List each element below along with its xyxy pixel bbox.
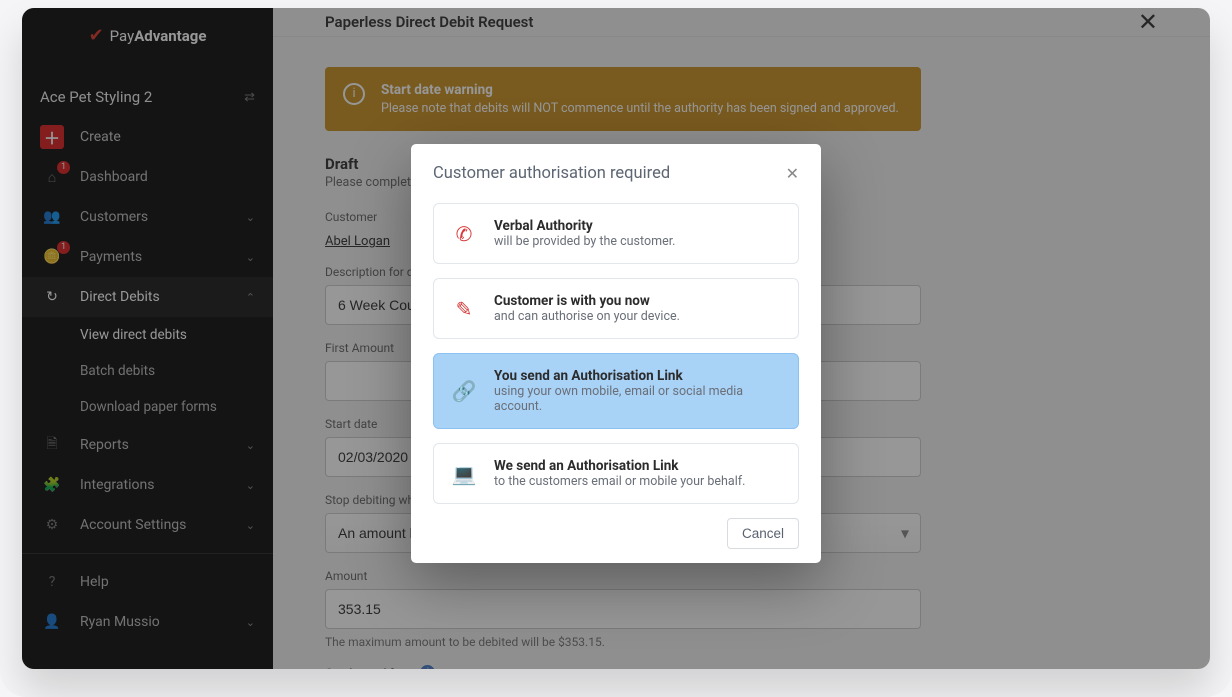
modal-close-icon[interactable]: ✕ [786, 164, 799, 183]
sign-icon: ✎ [450, 295, 478, 323]
app-window: ✔ PayAdvantage Ace Pet Styling 2 ⇄ ＋ Cre… [22, 8, 1210, 669]
phone-icon: ✆ [450, 220, 478, 248]
modal-title: Customer authorisation required [433, 164, 670, 183]
cancel-button[interactable]: Cancel [727, 518, 799, 549]
option-you-send-link[interactable]: 🔗 You send an Authorisation Linkusing yo… [433, 353, 799, 429]
device-icon: 💻 [450, 460, 478, 488]
share-icon: 🔗 [450, 377, 478, 405]
modal-overlay[interactable]: Customer authorisation required ✕ ✆ Verb… [22, 8, 1210, 669]
option-verbal-authority[interactable]: ✆ Verbal Authoritywill be provided by th… [433, 203, 799, 264]
option-we-send-link[interactable]: 💻 We send an Authorisation Linkto the cu… [433, 443, 799, 504]
device-frame: ✔ PayAdvantage Ace Pet Styling 2 ⇄ ＋ Cre… [0, 0, 1232, 697]
option-customer-now[interactable]: ✎ Customer is with you nowand can author… [433, 278, 799, 339]
authorisation-modal: Customer authorisation required ✕ ✆ Verb… [411, 144, 821, 563]
